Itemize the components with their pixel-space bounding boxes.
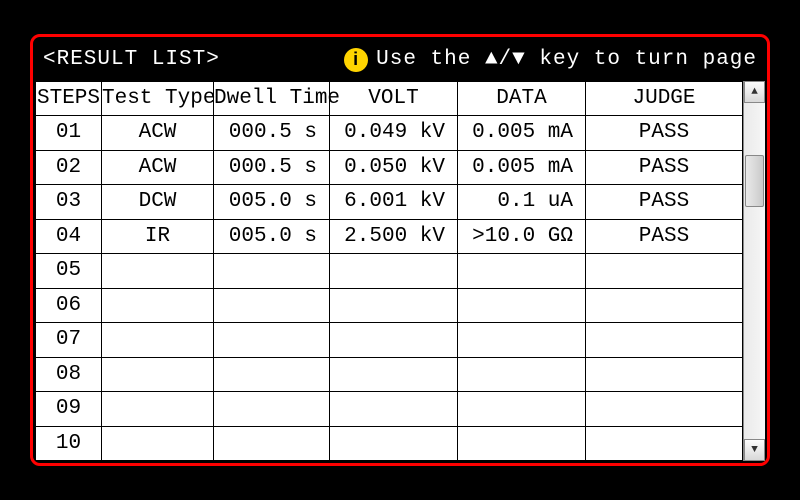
cell-step: 10	[36, 426, 102, 461]
triangle-down-icon: ▼	[751, 444, 758, 456]
scroll-track[interactable]	[744, 103, 765, 440]
cell-dwell	[214, 426, 330, 461]
table-row[interactable]: 06	[36, 288, 743, 323]
result-table: STEPS Test Type Dwell Time VOLT DATA JUD…	[35, 81, 743, 462]
cell-step: 03	[36, 185, 102, 220]
cell-data	[458, 288, 586, 323]
cell-type	[102, 392, 214, 427]
cell-data: 0.1 uA	[458, 185, 586, 220]
cell-judge	[586, 323, 743, 358]
cell-step: 09	[36, 392, 102, 427]
cell-dwell	[214, 392, 330, 427]
cell-volt: 0.050 kV	[330, 150, 458, 185]
cell-data	[458, 426, 586, 461]
cell-type: ACW	[102, 150, 214, 185]
scroll-down-button[interactable]: ▼	[744, 439, 765, 461]
col-judge: JUDGE	[586, 81, 743, 116]
cell-volt: 2.500 kV	[330, 219, 458, 254]
cell-volt	[330, 426, 458, 461]
table-row[interactable]: 08	[36, 357, 743, 392]
page-hint: Use the ▲/▼ key to turn page	[376, 48, 757, 71]
cell-type	[102, 323, 214, 358]
col-volt: VOLT	[330, 81, 458, 116]
cell-data	[458, 254, 586, 289]
cell-step: 05	[36, 254, 102, 289]
cell-data: 0.005 mA	[458, 116, 586, 151]
cell-step: 04	[36, 219, 102, 254]
cell-judge: PASS	[586, 185, 743, 220]
cell-data: >10.0 GΩ	[458, 219, 586, 254]
col-data: DATA	[458, 81, 586, 116]
cell-step: 08	[36, 357, 102, 392]
cell-dwell	[214, 288, 330, 323]
cell-dwell	[214, 254, 330, 289]
cell-type: IR	[102, 219, 214, 254]
table-body: 01ACW000.5 s0.049 kV0.005 mAPASS02ACW000…	[36, 116, 743, 461]
cell-data	[458, 392, 586, 427]
cell-judge	[586, 392, 743, 427]
cell-step: 02	[36, 150, 102, 185]
cell-step: 07	[36, 323, 102, 358]
cell-judge: PASS	[586, 150, 743, 185]
page-title: <RESULT LIST>	[43, 48, 220, 71]
cell-type: ACW	[102, 116, 214, 151]
col-type: Test Type	[102, 81, 214, 116]
cell-dwell: 005.0 s	[214, 219, 330, 254]
cell-volt	[330, 323, 458, 358]
cell-type	[102, 426, 214, 461]
cell-dwell	[214, 323, 330, 358]
table-row[interactable]: 10	[36, 426, 743, 461]
header-bar: <RESULT LIST> i Use the ▲/▼ key to turn …	[35, 39, 765, 81]
table-row[interactable]: 04IR005.0 s2.500 kV>10.0 GΩPASS	[36, 219, 743, 254]
cell-data	[458, 323, 586, 358]
table-row[interactable]: 03DCW005.0 s6.001 kV0.1 uAPASS	[36, 185, 743, 220]
cell-judge: PASS	[586, 116, 743, 151]
cell-type	[102, 288, 214, 323]
cell-volt	[330, 288, 458, 323]
cell-volt: 6.001 kV	[330, 185, 458, 220]
cell-judge	[586, 426, 743, 461]
result-list-panel: <RESULT LIST> i Use the ▲/▼ key to turn …	[30, 34, 770, 466]
scroll-up-button[interactable]: ▲	[744, 81, 765, 103]
table-row[interactable]: 02ACW000.5 s0.050 kV0.005 mAPASS	[36, 150, 743, 185]
cell-judge: PASS	[586, 219, 743, 254]
table-header-row: STEPS Test Type Dwell Time VOLT DATA JUD…	[36, 81, 743, 116]
cell-type: DCW	[102, 185, 214, 220]
cell-dwell: 000.5 s	[214, 150, 330, 185]
cell-step: 01	[36, 116, 102, 151]
cell-step: 06	[36, 288, 102, 323]
triangle-up-icon: ▲	[751, 86, 758, 98]
table-row[interactable]: 05	[36, 254, 743, 289]
table-row[interactable]: 09	[36, 392, 743, 427]
cell-dwell: 000.5 s	[214, 116, 330, 151]
cell-volt	[330, 357, 458, 392]
scroll-thumb[interactable]	[745, 155, 764, 207]
col-steps: STEPS	[36, 81, 102, 116]
cell-volt: 0.049 kV	[330, 116, 458, 151]
info-icon: i	[344, 48, 368, 72]
cell-dwell	[214, 357, 330, 392]
cell-judge	[586, 288, 743, 323]
table-row[interactable]: 01ACW000.5 s0.049 kV0.005 mAPASS	[36, 116, 743, 151]
cell-data	[458, 357, 586, 392]
col-dwell: Dwell Time	[214, 81, 330, 116]
cell-type	[102, 357, 214, 392]
cell-judge	[586, 254, 743, 289]
cell-volt	[330, 392, 458, 427]
body-area: STEPS Test Type Dwell Time VOLT DATA JUD…	[35, 81, 765, 462]
table-row[interactable]: 07	[36, 323, 743, 358]
cell-judge	[586, 357, 743, 392]
cell-data: 0.005 mA	[458, 150, 586, 185]
cell-type	[102, 254, 214, 289]
cell-volt	[330, 254, 458, 289]
cell-dwell: 005.0 s	[214, 185, 330, 220]
scrollbar[interactable]: ▲ ▼	[743, 81, 765, 462]
